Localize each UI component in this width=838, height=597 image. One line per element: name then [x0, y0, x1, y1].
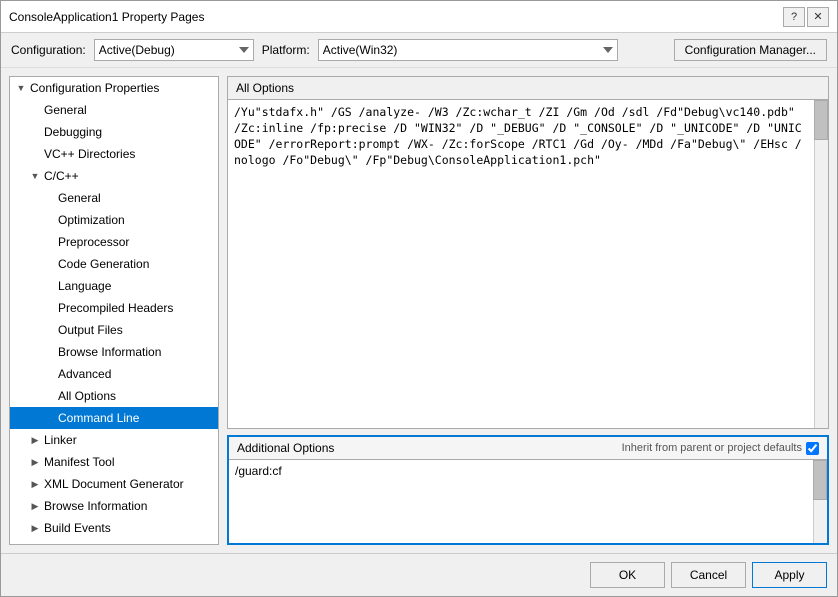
tree-item-advanced-cpp[interactable]: Advanced [10, 363, 218, 385]
tree-item-custom-build-step[interactable]: ▶Custom Build Step [10, 539, 218, 545]
dialog-window: ConsoleApplication1 Property Pages ? ✕ C… [0, 0, 838, 597]
tree-item-build-events[interactable]: ▶Build Events [10, 517, 218, 539]
tree-label-command-line: Command Line [58, 409, 139, 427]
tree-item-cpp-general[interactable]: General [10, 187, 218, 209]
config-label: Configuration: [11, 43, 86, 57]
platform-label: Platform: [262, 43, 310, 57]
tree-label-vc-directories: VC++ Directories [44, 145, 135, 163]
tree-label-custom-build-step: Custom Build Step [44, 541, 143, 545]
tree-label-precompiled-headers: Precompiled Headers [58, 299, 173, 317]
tree-item-cpp[interactable]: ▼C/C++ [10, 165, 218, 187]
tree-item-debugging[interactable]: Debugging [10, 121, 218, 143]
all-options-section: All Options /Yu"stdafx.h" /GS /analyze- … [227, 76, 829, 429]
inherit-checkbox[interactable] [806, 442, 819, 455]
platform-select[interactable]: Active(Win32) [318, 39, 618, 61]
config-manager-button[interactable]: Configuration Manager... [674, 39, 827, 61]
tree-item-manifest-tool[interactable]: ▶Manifest Tool [10, 451, 218, 473]
tree-label-build-events: Build Events [44, 519, 111, 537]
tree-toggle-config-props[interactable]: ▼ [14, 81, 28, 95]
tree-label-code-generation: Code Generation [58, 255, 149, 273]
additional-options-wrapper [229, 460, 827, 543]
tree-item-browse-info[interactable]: ▶Browse Information [10, 495, 218, 517]
tree-panel: ▼Configuration PropertiesGeneralDebuggin… [9, 76, 219, 545]
tree-item-browse-info-cpp[interactable]: Browse Information [10, 341, 218, 363]
tree-item-optimization[interactable]: Optimization [10, 209, 218, 231]
cancel-button[interactable]: Cancel [671, 562, 746, 588]
tree-label-all-options: All Options [58, 387, 116, 405]
bottom-bar: OK Cancel Apply [1, 553, 837, 596]
tree-item-linker[interactable]: ▶Linker [10, 429, 218, 451]
inherit-label: Inherit from parent or project defaults [622, 442, 802, 454]
tree-item-language[interactable]: Language [10, 275, 218, 297]
main-content: ▼Configuration PropertiesGeneralDebuggin… [1, 68, 837, 553]
tree-item-vc-directories[interactable]: VC++ Directories [10, 143, 218, 165]
all-options-text: /Yu"stdafx.h" /GS /analyze- /W3 /Zc:wcha… [234, 104, 822, 168]
inherit-row: Inherit from parent or project defaults [622, 442, 819, 455]
tree-label-cpp: C/C++ [44, 167, 79, 185]
additional-options-section: Additional Options Inherit from parent o… [227, 435, 829, 545]
tree-label-xml-doc-gen: XML Document Generator [44, 475, 184, 493]
config-select[interactable]: Active(Debug) [94, 39, 254, 61]
tree-label-cpp-general: General [58, 189, 101, 207]
tree-toggle-xml-doc-gen[interactable]: ▶ [28, 477, 42, 491]
all-options-scrollbar[interactable] [814, 100, 828, 428]
dialog-title: ConsoleApplication1 Property Pages [9, 10, 204, 24]
tree-toggle-cpp[interactable]: ▼ [28, 169, 42, 183]
tree-toggle-custom-build-step[interactable]: ▶ [28, 543, 42, 545]
tree-item-preprocessor[interactable]: Preprocessor [10, 231, 218, 253]
tree-label-output-files: Output Files [58, 321, 123, 339]
tree-toggle-build-events[interactable]: ▶ [28, 521, 42, 535]
additional-options-scrollbar-thumb[interactable] [813, 460, 827, 500]
title-bar: ConsoleApplication1 Property Pages ? ✕ [1, 1, 837, 33]
tree-item-code-generation[interactable]: Code Generation [10, 253, 218, 275]
tree-label-language: Language [58, 277, 111, 295]
tree-item-config-props[interactable]: ▼Configuration Properties [10, 77, 218, 99]
tree-toggle-browse-info[interactable]: ▶ [28, 499, 42, 513]
close-button[interactable]: ✕ [807, 7, 829, 27]
additional-options-input[interactable] [229, 460, 827, 540]
apply-button[interactable]: Apply [752, 562, 827, 588]
tree-item-xml-doc-gen[interactable]: ▶XML Document Generator [10, 473, 218, 495]
additional-options-header-row: Additional Options Inherit from parent o… [229, 437, 827, 460]
tree-item-command-line[interactable]: Command Line [10, 407, 218, 429]
tree-item-general[interactable]: General [10, 99, 218, 121]
tree-label-preprocessor: Preprocessor [58, 233, 129, 251]
tree-item-all-options[interactable]: All Options [10, 385, 218, 407]
tree-item-output-files[interactable]: Output Files [10, 319, 218, 341]
tree-label-config-props: Configuration Properties [30, 79, 159, 97]
all-options-scrollbar-thumb[interactable] [814, 100, 828, 140]
tree-label-manifest-tool: Manifest Tool [44, 453, 114, 471]
tree-label-debugging: Debugging [44, 123, 102, 141]
ok-button[interactable]: OK [590, 562, 665, 588]
additional-options-label: Additional Options [237, 441, 334, 455]
tree-toggle-manifest-tool[interactable]: ▶ [28, 455, 42, 469]
tree-label-general: General [44, 101, 87, 119]
additional-options-scrollbar[interactable] [813, 460, 827, 543]
all-options-content: /Yu"stdafx.h" /GS /analyze- /W3 /Zc:wcha… [228, 100, 828, 428]
help-button[interactable]: ? [783, 7, 805, 27]
tree-label-optimization: Optimization [58, 211, 125, 229]
tree-label-browse-info-cpp: Browse Information [58, 343, 161, 361]
tree-label-advanced-cpp: Advanced [58, 365, 111, 383]
tree-label-linker: Linker [44, 431, 77, 449]
all-options-header: All Options [228, 77, 828, 100]
config-row: Configuration: Active(Debug) Platform: A… [1, 33, 837, 68]
title-bar-buttons: ? ✕ [783, 7, 829, 27]
tree-toggle-linker[interactable]: ▶ [28, 433, 42, 447]
right-panel: All Options /Yu"stdafx.h" /GS /analyze- … [227, 76, 829, 545]
tree-label-browse-info: Browse Information [44, 497, 147, 515]
tree-item-precompiled-headers[interactable]: Precompiled Headers [10, 297, 218, 319]
